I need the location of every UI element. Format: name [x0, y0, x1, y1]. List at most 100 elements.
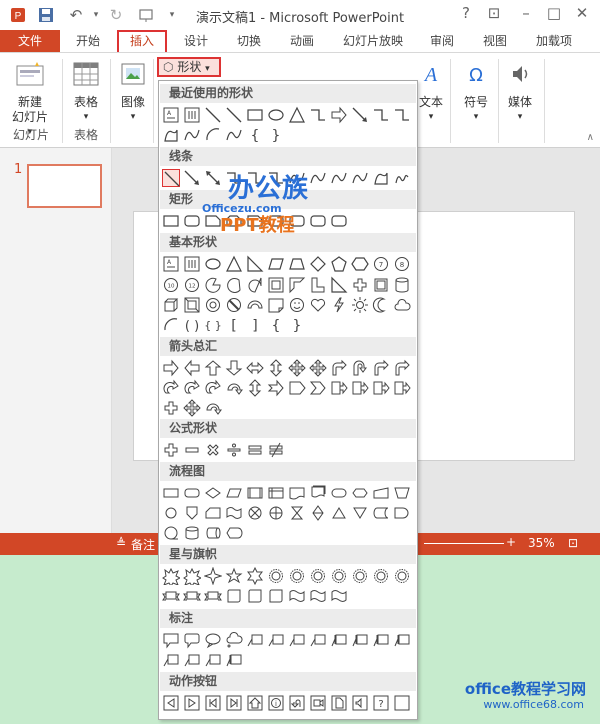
line-shape-icon[interactable] — [162, 169, 180, 187]
quadarrow-shape-icon[interactable] — [288, 359, 306, 377]
tab-insert[interactable]: 插入 — [117, 30, 167, 52]
fmanualin-shape-icon[interactable] — [372, 484, 390, 502]
actsound-shape-icon[interactable] — [351, 694, 369, 712]
star6-shape-icon[interactable] — [246, 567, 264, 585]
rightarrow-shape-icon[interactable] — [162, 359, 180, 377]
ribbonup-shape-icon[interactable] — [162, 587, 180, 605]
downarrow-shape-icon[interactable] — [225, 359, 243, 377]
fit-slide-icon[interactable]: ⊡ — [568, 536, 578, 550]
actmovie-shape-icon[interactable] — [309, 694, 327, 712]
paren-shape-icon[interactable]: ( ) — [183, 316, 201, 334]
starN-shape-icon[interactable] — [372, 567, 390, 585]
arc-shape-icon[interactable] — [204, 126, 222, 144]
wave-shape-icon[interactable] — [288, 587, 306, 605]
explosion-shape-icon[interactable] — [162, 567, 180, 585]
udarrow-shape-icon[interactable] — [246, 379, 264, 397]
fdoc-shape-icon[interactable] — [288, 484, 306, 502]
actback-shape-icon[interactable] — [162, 694, 180, 712]
num12-shape-icon[interactable]: 12 — [183, 276, 201, 294]
callline-shape-icon[interactable] — [183, 651, 201, 669]
starN-shape-icon[interactable] — [330, 567, 348, 585]
chevron-shape-icon[interactable] — [309, 379, 327, 397]
bracket_l-shape-icon[interactable]: [ — [225, 316, 243, 334]
elbow-shape-icon[interactable] — [309, 106, 327, 124]
ftape-shape-icon[interactable] — [225, 504, 243, 522]
scroll-shape-icon[interactable] — [225, 587, 243, 605]
quadarrow-shape-icon[interactable] — [309, 359, 327, 377]
media-button[interactable]: 媒体 ▾ — [502, 61, 538, 125]
plaque-shape-icon[interactable] — [372, 276, 390, 294]
teardrop-shape-icon[interactable] — [246, 276, 264, 294]
callline-shape-icon[interactable] — [204, 651, 222, 669]
wave-shape-icon[interactable] — [309, 587, 327, 605]
fdelay-shape-icon[interactable] — [393, 504, 411, 522]
vtext-shape-icon[interactable] — [183, 255, 201, 273]
fcollate-shape-icon[interactable] — [288, 504, 306, 522]
actcustom-shape-icon[interactable] — [393, 694, 411, 712]
collapse-ribbon-icon[interactable]: ∧ — [587, 132, 594, 143]
zoom-level[interactable]: 35% — [528, 536, 555, 550]
fterminator-shape-icon[interactable] — [330, 484, 348, 502]
help-icon[interactable]: ? — [454, 4, 478, 26]
fmagdisk-shape-icon[interactable] — [183, 524, 201, 542]
tab-addins[interactable]: 加载项 — [524, 30, 584, 52]
tab-home[interactable]: 开始 — [64, 30, 112, 52]
arrowline-shape-icon[interactable] — [183, 169, 201, 187]
bevel-shape-icon[interactable] — [183, 296, 201, 314]
parallelogram-shape-icon[interactable] — [267, 255, 285, 273]
ellipse-shape-icon[interactable] — [267, 106, 285, 124]
calloval-shape-icon[interactable] — [204, 631, 222, 649]
tab-animations[interactable]: 动画 — [278, 30, 326, 52]
chord-shape-icon[interactable] — [225, 276, 243, 294]
lightning-shape-icon[interactable] — [330, 296, 348, 314]
callbar-shape-icon[interactable] — [351, 631, 369, 649]
num10-shape-icon[interactable]: 10 — [162, 276, 180, 294]
fdata-shape-icon[interactable] — [225, 484, 243, 502]
fpredef-shape-icon[interactable] — [246, 484, 264, 502]
roundrect-shape-icon[interactable] — [183, 212, 201, 230]
actend-shape-icon[interactable] — [225, 694, 243, 712]
curvedarrow-shape-icon[interactable] — [162, 379, 180, 397]
fstored-shape-icon[interactable] — [372, 504, 390, 522]
starN-shape-icon[interactable] — [267, 567, 285, 585]
brackets-shape-icon[interactable]: { } — [204, 316, 222, 334]
plus-shape-icon[interactable] — [162, 399, 180, 417]
circarrow-shape-icon[interactable] — [225, 379, 243, 397]
acthome-shape-icon[interactable] — [246, 694, 264, 712]
rightarrow-shape-icon[interactable] — [330, 106, 348, 124]
bracket_r-shape-icon[interactable]: ] — [246, 316, 264, 334]
table-button[interactable]: 表格 ▾ — [66, 61, 106, 125]
curve-shape-icon[interactable] — [183, 126, 201, 144]
textbox-shape-icon[interactable]: A — [162, 255, 180, 273]
scroll-shape-icon[interactable] — [246, 587, 264, 605]
cube-shape-icon[interactable] — [162, 296, 180, 314]
bentarrow-shape-icon[interactable] — [372, 359, 390, 377]
image-button[interactable]: 图像 ▾ — [114, 61, 152, 125]
star5-shape-icon[interactable] — [225, 567, 243, 585]
heart-shape-icon[interactable] — [309, 296, 327, 314]
star4-shape-icon[interactable] — [204, 567, 222, 585]
moon-shape-icon[interactable] — [372, 296, 390, 314]
close-icon[interactable]: ✕ — [570, 4, 594, 26]
scribble-shape-icon[interactable] — [393, 169, 411, 187]
fprep-shape-icon[interactable] — [351, 484, 369, 502]
actreturn-shape-icon[interactable] — [288, 694, 306, 712]
explosion-shape-icon[interactable] — [183, 567, 201, 585]
num7-shape-icon[interactable]: 7 — [372, 255, 390, 273]
halfframe-shape-icon[interactable] — [288, 276, 306, 294]
fsumjunction-shape-icon[interactable] — [246, 504, 264, 522]
bentarrow-shape-icon[interactable] — [330, 359, 348, 377]
zoom-slider[interactable] — [424, 543, 504, 544]
starN-shape-icon[interactable] — [288, 567, 306, 585]
actinfo-shape-icon[interactable]: i — [267, 694, 285, 712]
slide-thumbnail[interactable] — [27, 164, 102, 208]
text-button[interactable]: A 文本 ▾ — [416, 61, 446, 125]
line-shape-icon[interactable] — [225, 106, 243, 124]
textbox-shape-icon[interactable]: A — [162, 106, 180, 124]
symbol-button[interactable]: Ω 符号 ▾ — [458, 61, 494, 125]
falt-shape-icon[interactable] — [183, 484, 201, 502]
callline-shape-icon[interactable] — [246, 631, 264, 649]
brace_r-shape-icon[interactable]: } — [267, 126, 285, 144]
vtext-shape-icon[interactable] — [183, 106, 201, 124]
ribbonup-shape-icon[interactable] — [183, 587, 201, 605]
